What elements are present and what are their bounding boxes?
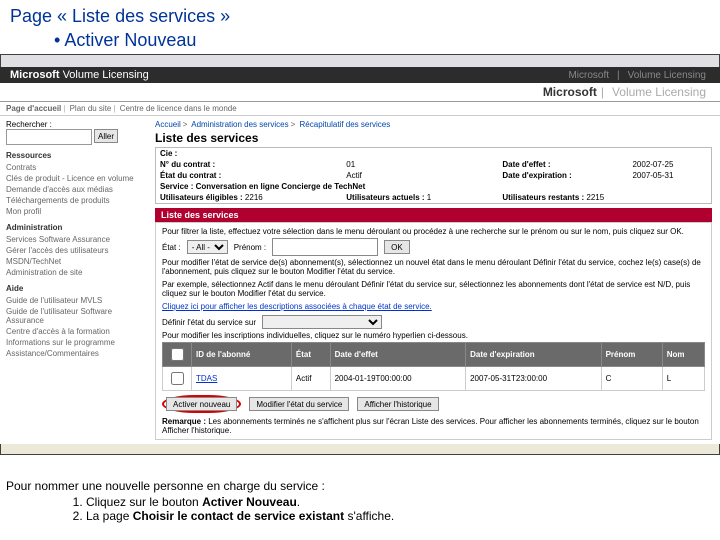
slide-title: Page « Liste des services » • Activer No… [0,0,720,54]
bc-admin[interactable]: Administration des services [191,120,288,129]
activate-new-button[interactable]: Activer nouveau [166,397,237,411]
contract-info: Cie : N° du contrat :01 Date d'effet :20… [155,147,712,204]
left-sidebar: Rechercher : Aller Ressources Contrats C… [0,116,147,444]
bc-home[interactable]: Accueil [155,120,181,129]
sidebar-link[interactable]: Centre d'accès à la formation [6,326,141,337]
sidebar-link[interactable]: Téléchargements de produits [6,195,141,206]
highlight-circle: Activer nouveau [162,395,241,413]
browser-toolbar [0,54,720,67]
filter-prenom-input[interactable] [272,238,378,256]
search-go-button[interactable]: Aller [94,129,118,143]
slide-footer: Pour nommer une nouvelle personne en cha… [0,479,720,529]
search-label: Rechercher : [6,120,141,129]
sidebar-link[interactable]: Clés de produit - Licence en volume [6,173,141,184]
browser-statusbar [0,444,720,455]
sidebar-link[interactable]: MSDN/TechNet [6,256,141,267]
filter-etat-label: État : [162,243,181,252]
search-input[interactable] [6,129,92,145]
nav-centers[interactable]: Centre de licence dans le monde [120,104,237,113]
sidebar-heading-resources: Ressources [6,151,141,160]
modify-state-button[interactable]: Modifier l'état du service [249,397,349,411]
top-nav: Page d'accueil| Plan du site| Centre de … [0,102,720,116]
remark: Remarque : Les abonnements terminés ne s… [162,417,705,435]
filter-etat-select[interactable]: - All - [187,240,228,254]
bc-recap[interactable]: Récapitulatif des services [300,120,391,129]
vl-black-header: Microsoft Volume Licensing Microsoft|Vol… [0,67,720,83]
define-state-select[interactable] [262,315,382,329]
sidebar-link[interactable]: Gérer l'accès des utilisateurs [6,245,141,256]
define-state-label: Définir l'état du service sur [162,318,256,327]
row-checkbox[interactable] [171,372,184,385]
sidebar-link[interactable]: Contrats [6,162,141,173]
filter-ok-button[interactable]: OK [384,240,410,254]
vl-white-header: Microsoft|Volume Licensing [0,83,720,102]
breadcrumb: Accueil> Administration des services> Ré… [155,120,712,129]
sidebar-link[interactable]: Guide de l'utilisateur Software Assuranc… [6,306,141,326]
subscriber-id-link[interactable]: TDAS [196,374,217,383]
sidebar-link[interactable]: Demande d'accès aux médias [6,184,141,195]
sidebar-link[interactable]: Mon profil [6,206,141,217]
page-title: Liste des services [155,131,712,145]
section-bar: Liste des services [155,208,712,222]
table-row: TDAS Actif 2004-01-19T00:00:00 2007-05-3… [163,367,705,391]
sidebar-link[interactable]: Guide de l'utilisateur MVLS [6,295,141,306]
sidebar-link[interactable]: Services Software Assurance [6,234,141,245]
nav-sitemap[interactable]: Plan du site [70,104,112,113]
sidebar-link[interactable]: Administration de site [6,267,141,278]
filter-panel: Pour filtrer la liste, effectuez votre s… [155,222,712,440]
main-content: Accueil> Administration des services> Ré… [147,116,720,444]
sidebar-link[interactable]: Assistance/Commentaires [6,348,141,359]
sidebar-link[interactable]: Informations sur le programme [6,337,141,348]
filter-prenom-label: Prénom : [234,243,266,252]
show-history-button[interactable]: Afficher l'historique [357,397,438,411]
subscribers-table: ID de l'abonnéÉtatDate d'effet Date d'ex… [162,342,705,391]
nav-home[interactable]: Page d'accueil [6,104,61,113]
select-all-checkbox[interactable] [171,348,184,361]
sidebar-heading-admin: Administration [6,223,141,232]
sidebar-heading-help: Aide [6,284,141,293]
status-desc-link[interactable]: Cliquez ici pour afficher les descriptio… [162,302,432,311]
